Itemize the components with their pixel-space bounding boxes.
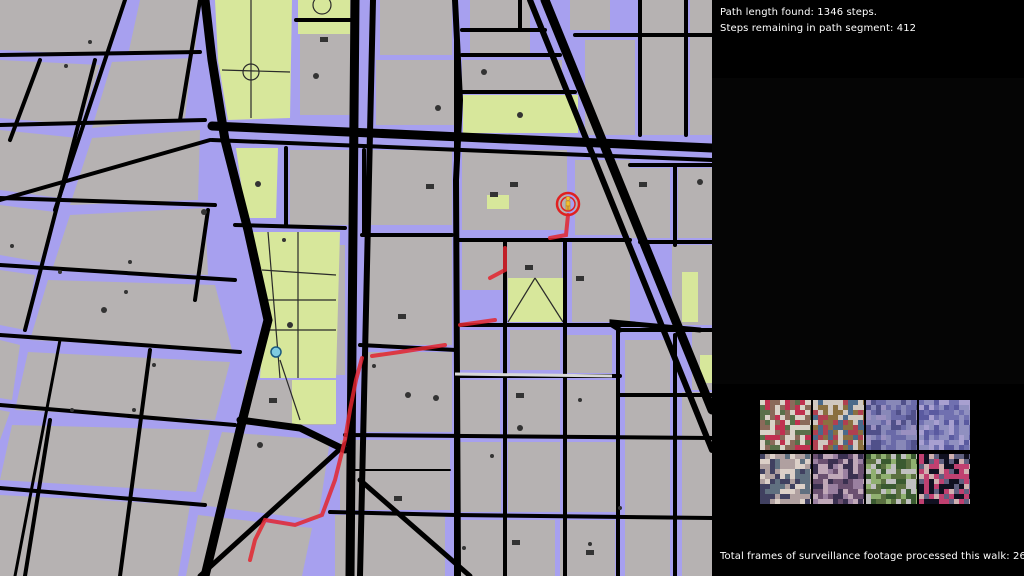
city-block	[625, 340, 670, 576]
pin-icon	[405, 392, 411, 398]
cafe-icon	[510, 182, 518, 187]
frames-processed-text: Total frames of surveillance footage pro…	[720, 551, 1024, 562]
city-block	[462, 150, 567, 230]
cafe-icon	[586, 550, 594, 555]
city-block	[510, 330, 560, 370]
restaurant-icon	[128, 260, 132, 264]
cafe-icon	[516, 393, 524, 398]
cafe-icon	[525, 265, 533, 270]
console-area	[712, 78, 1024, 384]
city-block	[460, 330, 500, 370]
steps-remaining-text: Steps remaining in path segment: 412	[720, 23, 917, 34]
restaurant-icon	[124, 290, 128, 294]
cafe-icon	[576, 276, 584, 281]
restaurant-icon	[372, 364, 376, 368]
pin-icon	[313, 73, 319, 79]
cafe-icon	[426, 184, 434, 189]
city-block	[290, 150, 352, 225]
pin-icon	[435, 105, 441, 111]
restaurant-icon	[70, 408, 74, 412]
cafe-icon	[639, 182, 647, 187]
city-block	[508, 442, 560, 512]
park-area	[487, 195, 509, 209]
park-area	[215, 0, 292, 120]
camera-frame-2	[813, 400, 864, 450]
camera-frame-4	[919, 400, 970, 450]
camera-frame-1	[760, 400, 811, 450]
pin-icon	[257, 442, 263, 448]
city-block	[462, 60, 562, 90]
city-block	[566, 380, 616, 435]
park-area	[682, 272, 698, 322]
camera-frame-6	[813, 454, 864, 504]
restaurant-icon	[64, 64, 68, 68]
info-panel: Path length found: 1346 steps. Steps rem…	[712, 0, 1024, 576]
restaurant-icon	[588, 542, 592, 546]
city-block	[456, 380, 500, 435]
hospital-cross-icon	[517, 425, 523, 431]
pedestrian-walkway	[454, 372, 613, 378]
pin-icon	[481, 69, 487, 75]
restaurant-icon	[152, 363, 156, 367]
pin-icon	[287, 322, 293, 328]
restaurant-icon	[132, 408, 136, 412]
park-area	[298, 0, 350, 34]
restaurant-icon	[618, 506, 622, 510]
path-length-text: Path length found: 1346 steps.	[720, 7, 878, 18]
surveillance-thumbnail-grid	[760, 400, 971, 504]
city-block	[570, 0, 610, 30]
camera-frame-7	[866, 454, 917, 504]
restaurant-icon	[10, 244, 14, 248]
city-block	[678, 168, 712, 238]
pin-icon	[201, 209, 207, 215]
city-block	[690, 0, 712, 135]
cafe-icon	[398, 314, 406, 319]
camera-frame-3	[866, 400, 917, 450]
camera-frame-5	[760, 454, 811, 504]
city-block	[508, 380, 560, 435]
city-block	[455, 442, 501, 512]
person-icon	[282, 238, 286, 242]
city-block	[370, 150, 452, 225]
person-icon	[255, 181, 261, 187]
pin-icon	[433, 395, 439, 401]
city-block	[572, 242, 630, 322]
map-view[interactable]	[0, 0, 712, 576]
pin-icon	[697, 179, 703, 185]
restaurant-icon	[58, 270, 62, 274]
cafe-icon	[512, 540, 520, 545]
city-block	[362, 352, 452, 432]
street-map[interactable]	[0, 0, 712, 576]
city-block	[52, 208, 208, 275]
cafe-icon	[490, 192, 498, 197]
city-block	[380, 0, 452, 55]
restaurant-icon	[578, 398, 582, 402]
restaurant-icon	[88, 40, 92, 44]
city-block	[566, 442, 616, 512]
cafe-icon	[320, 37, 328, 42]
pin-icon	[517, 112, 523, 118]
city-block	[0, 0, 125, 55]
city-block	[128, 0, 200, 55]
cafe-icon	[394, 496, 402, 501]
hospital-cross-icon	[101, 307, 107, 313]
city-block	[368, 235, 452, 345]
camera-frame-8	[919, 454, 970, 504]
restaurant-icon	[462, 546, 466, 550]
map-location-dot[interactable]	[270, 346, 282, 358]
city-block	[566, 335, 612, 373]
target-marker[interactable]	[555, 191, 581, 217]
cafe-icon	[269, 398, 277, 403]
restaurant-icon	[490, 454, 494, 458]
city-block	[376, 60, 454, 125]
park-area	[508, 278, 563, 322]
city-block	[560, 520, 615, 576]
city-block	[640, 0, 685, 135]
